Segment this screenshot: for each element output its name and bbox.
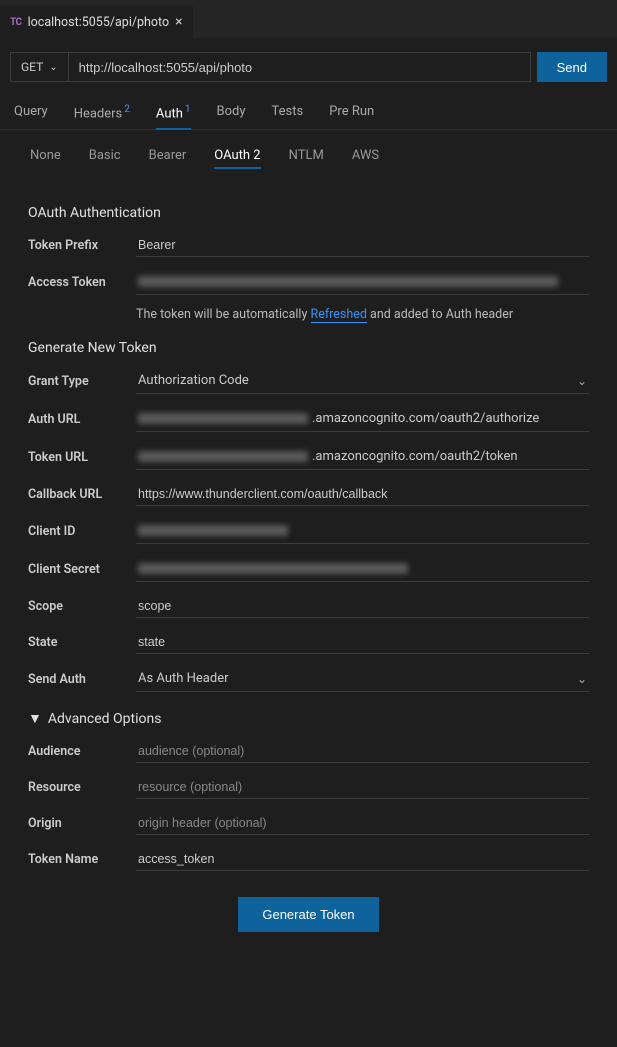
tab-prerun[interactable]: Pre Run [329, 98, 374, 129]
grant-type-value: Authorization Code [138, 373, 577, 388]
tab-strip: TC localhost:5055/api/photo × [0, 6, 617, 38]
token-url-input[interactable]: .amazoncognito.com/oauth2/token [136, 444, 589, 470]
tab-headers[interactable]: Headers2 [74, 98, 130, 129]
state-input[interactable] [136, 630, 589, 654]
send-auth-label: Send Auth [28, 672, 136, 687]
auth-tab-basic[interactable]: Basic [89, 148, 121, 169]
callback-url-label: Callback URL [28, 487, 136, 502]
tab-headers-label: Headers [74, 106, 123, 121]
token-prefix-label: Token Prefix [28, 238, 136, 253]
auth-tab-aws[interactable]: AWS [352, 148, 379, 169]
callback-url-input[interactable] [136, 482, 589, 506]
scope-label: Scope [28, 599, 136, 614]
http-method-select[interactable]: GET ⌄ [10, 52, 69, 82]
url-input[interactable] [69, 52, 531, 82]
refreshed-link[interactable]: Refreshed [311, 307, 367, 323]
tab-title: localhost:5055/api/photo [28, 15, 170, 30]
grant-type-select[interactable]: Authorization Code ⌄ [136, 368, 589, 394]
advanced-options-toggle[interactable]: ▼ Advanced Options [28, 710, 589, 727]
editor-tab[interactable]: TC localhost:5055/api/photo × [0, 6, 193, 38]
token-prefix-input[interactable] [136, 233, 589, 257]
tab-auth-label: Auth [156, 106, 183, 121]
chevron-down-icon: ⌄ [577, 672, 587, 686]
tab-query[interactable]: Query [14, 98, 48, 129]
audience-input[interactable] [136, 739, 589, 763]
resource-input[interactable] [136, 775, 589, 799]
origin-input[interactable] [136, 811, 589, 835]
auth-url-suffix: .amazoncognito.com/oauth2/authorize [312, 411, 539, 426]
advanced-options-label: Advanced Options [48, 711, 162, 727]
oauth-section-title: OAuth Authentication [28, 205, 589, 221]
state-label: State [28, 635, 136, 650]
client-secret-input[interactable] [136, 556, 589, 582]
client-secret-label: Client Secret [28, 562, 136, 577]
token-name-label: Token Name [28, 852, 136, 867]
token-url-suffix: .amazoncognito.com/oauth2/token [312, 449, 518, 464]
auth-type-tabs: None Basic Bearer OAuth 2 NTLM AWS [0, 130, 617, 177]
send-auth-value: As Auth Header [138, 671, 577, 686]
token-refresh-hint: The token will be automatically Refreshe… [136, 307, 589, 322]
auth-badge: 1 [185, 104, 191, 115]
caret-down-icon: ▼ [28, 710, 42, 727]
auth-tab-none[interactable]: None [30, 148, 61, 169]
auth-url-label: Auth URL [28, 412, 136, 427]
chevron-down-icon: ⌄ [49, 62, 57, 73]
headers-badge: 2 [124, 104, 130, 115]
generate-section-title: Generate New Token [28, 340, 589, 356]
auth-tab-bearer[interactable]: Bearer [149, 148, 187, 169]
access-token-label: Access Token [28, 275, 136, 290]
generate-token-button[interactable]: Generate Token [238, 897, 378, 932]
resource-label: Resource [28, 780, 136, 795]
send-button[interactable]: Send [537, 52, 607, 82]
tab-body[interactable]: Body [217, 98, 246, 129]
token-url-label: Token URL [28, 450, 136, 465]
tc-icon: TC [10, 17, 22, 28]
auth-tab-oauth2[interactable]: OAuth 2 [214, 148, 260, 169]
oauth-panel: OAuth Authentication Token Prefix Access… [0, 177, 617, 1047]
request-row: GET ⌄ Send [0, 38, 617, 92]
origin-label: Origin [28, 816, 136, 831]
token-name-input[interactable] [136, 847, 589, 871]
client-id-input[interactable] [136, 518, 589, 544]
http-method-value: GET [21, 60, 43, 74]
access-token-input[interactable] [136, 269, 589, 295]
tab-tests[interactable]: Tests [272, 98, 304, 129]
client-id-label: Client ID [28, 524, 136, 539]
send-auth-select[interactable]: As Auth Header ⌄ [136, 666, 589, 692]
auth-url-input[interactable]: .amazoncognito.com/oauth2/authorize [136, 406, 589, 432]
close-icon[interactable]: × [175, 15, 182, 29]
audience-label: Audience [28, 744, 136, 759]
scope-input[interactable] [136, 594, 589, 618]
grant-type-label: Grant Type [28, 374, 136, 389]
request-tabs: Query Headers2 Auth1 Body Tests Pre Run [0, 92, 617, 130]
chevron-down-icon: ⌄ [577, 374, 587, 388]
auth-tab-ntlm[interactable]: NTLM [289, 148, 324, 169]
tab-auth[interactable]: Auth1 [156, 98, 191, 129]
